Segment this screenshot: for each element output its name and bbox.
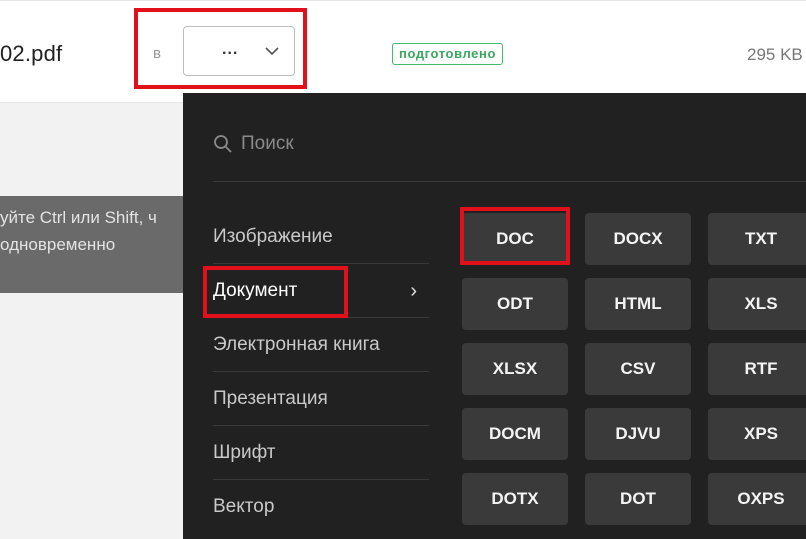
format-button-dotx[interactable]: DOTX bbox=[462, 473, 568, 525]
format-button-csv[interactable]: CSV bbox=[585, 343, 691, 395]
file-row: 02.pdf в ... подготовлено 295 KB bbox=[0, 0, 806, 103]
format-search[interactable]: Поиск bbox=[213, 126, 294, 162]
search-placeholder: Поиск bbox=[241, 133, 294, 154]
format-button-docm[interactable]: DOCM bbox=[462, 408, 568, 460]
chevron-right-icon: › bbox=[410, 280, 417, 302]
category-item-ebook[interactable]: Электронная книга bbox=[213, 318, 429, 372]
format-button-odt[interactable]: ODT bbox=[462, 278, 568, 330]
format-button-djvu[interactable]: DJVU bbox=[585, 408, 691, 460]
search-divider bbox=[213, 181, 806, 182]
format-button-oxps[interactable]: OXPS bbox=[708, 473, 806, 525]
tip-line-2: одновременно bbox=[0, 235, 116, 254]
category-label: Документ bbox=[213, 280, 298, 301]
search-icon bbox=[214, 135, 232, 153]
chevron-down-icon bbox=[265, 47, 279, 56]
format-button-html[interactable]: HTML bbox=[585, 278, 691, 330]
format-button-xps[interactable]: XPS bbox=[708, 408, 806, 460]
category-item-document[interactable]: Документ › bbox=[213, 264, 429, 318]
category-item-presentation[interactable]: Презентация bbox=[213, 372, 429, 426]
file-size: 295 KB bbox=[747, 45, 803, 64]
category-label: Шрифт bbox=[213, 442, 276, 463]
format-button-rtf[interactable]: RTF bbox=[708, 343, 806, 395]
category-item-vector[interactable]: Вектор bbox=[213, 480, 429, 534]
category-label: Вектор bbox=[213, 496, 275, 517]
format-select[interactable]: ... bbox=[183, 26, 295, 76]
format-button-xlsx[interactable]: XLSX bbox=[462, 343, 568, 395]
conversion-screen: 02.pdf в ... подготовлено 295 KB уйте Ct… bbox=[0, 0, 806, 539]
format-select-value: ... bbox=[222, 41, 239, 58]
file-name: 02.pdf bbox=[0, 41, 63, 66]
format-button-docx[interactable]: DOCX bbox=[585, 213, 691, 265]
category-label: Изображение bbox=[213, 226, 333, 247]
target-prefix-label: в bbox=[153, 45, 161, 62]
category-label: Презентация bbox=[213, 388, 328, 409]
tip-line-1: уйте Ctrl или Shift, ч bbox=[0, 208, 157, 227]
category-item-image[interactable]: Изображение bbox=[213, 210, 429, 264]
status-badge: подготовлено bbox=[392, 43, 504, 65]
format-button-dot[interactable]: DOT bbox=[585, 473, 691, 525]
format-button-doc[interactable]: DOC bbox=[462, 213, 568, 265]
format-button-txt[interactable]: TXT bbox=[708, 213, 806, 265]
tip-text: уйте Ctrl или Shift, ч одновременно bbox=[0, 204, 185, 258]
category-item-font[interactable]: Шрифт bbox=[213, 426, 429, 480]
category-label: Электронная книга bbox=[213, 334, 380, 355]
format-button-xls[interactable]: XLS bbox=[708, 278, 806, 330]
